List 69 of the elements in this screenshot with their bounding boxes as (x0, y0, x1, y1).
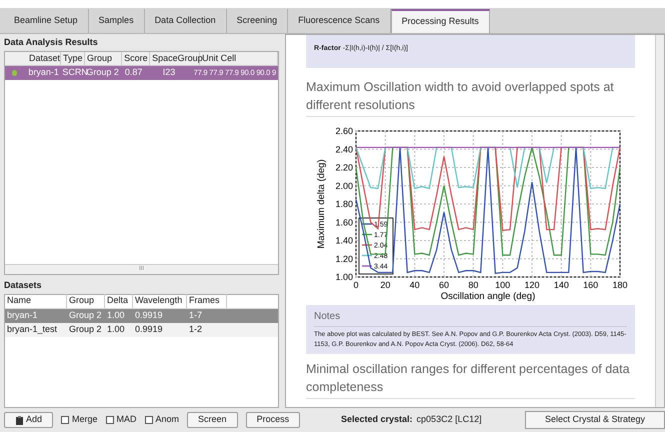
clipboard-icon (15, 416, 24, 424)
column-header: Name (5, 294, 67, 308)
column-header: Dataset (27, 52, 61, 66)
column-header: Type (61, 52, 85, 66)
action-button[interactable]: Add (4, 412, 54, 428)
table-cell-text: bryan-1 (27, 66, 60, 80)
tick-label: 1.20 (334, 254, 352, 264)
tick-label: 1.40 (334, 236, 352, 246)
tab[interactable]: Samples (88, 9, 145, 32)
tick-label: 160 (582, 280, 598, 290)
column-header: Delta (105, 294, 133, 308)
tick-label: 80 (468, 280, 478, 290)
panel-title: Datasets (4, 279, 43, 292)
tab[interactable]: Processing Results (390, 9, 490, 32)
vertical-scrollbar[interactable] (655, 34, 664, 407)
tick-label: 2.40 (334, 144, 352, 154)
section-heading: Minimal oscillation ranges for different percentages of data completeness (306, 360, 635, 399)
action-button[interactable]: Process (246, 412, 300, 428)
tick-label: 1.80 (334, 199, 352, 209)
checkbox[interactable] (144, 416, 153, 424)
table-cell-text: 1.00 (106, 308, 126, 322)
panel-title: Data Analysis Results (4, 36, 99, 49)
tick-label: 0 (353, 280, 358, 290)
tab[interactable]: Data Collection (144, 9, 227, 32)
action-button[interactable]: Screen (187, 412, 238, 428)
tab[interactable]: Screening (226, 9, 288, 32)
tick-label: 180 (612, 280, 628, 290)
table-cell-text: bryan-1 (6, 308, 39, 322)
tick-label: 2.20 (334, 162, 352, 172)
column-header: Frames (187, 294, 227, 308)
axis-label: Maximum delta (deg) (316, 159, 326, 249)
tick-label: 1.00 (334, 272, 352, 282)
tick-label: 1.60 (334, 217, 352, 228)
selected-crystal-value: cp053C2 [LC12] (416, 413, 482, 426)
checkbox-label: MAD (116, 413, 137, 426)
table-row[interactable]: bryan-1_test Group 2 1.00 0.9919 1-2 (5, 322, 278, 336)
table-cell-text: 0.9919 (134, 322, 164, 336)
section-heading: Maximum Oscillation width to avoid overlapped spots at different resolutions (306, 78, 635, 117)
tick-label: 60 (438, 280, 448, 290)
tick-label: 100 (494, 280, 510, 290)
checkbox[interactable] (61, 416, 70, 424)
table-cell-text: Group 2 (68, 322, 103, 336)
table-cell-text: 0.9919 (134, 308, 164, 322)
table-cell-text: 1.00 (106, 322, 126, 336)
notes-title: Notes (314, 309, 627, 327)
tick-label: 20 (380, 280, 390, 290)
select-strategy-button[interactable]: Select Crystal & Strategy (525, 411, 665, 429)
tick-label: 2.00 (334, 180, 352, 191)
table-cell-text: 0.87 (124, 66, 144, 80)
tick-label: 120 (524, 280, 540, 290)
tick-label: 40 (409, 280, 420, 290)
selected-crystal-label: Selected crystal: (341, 413, 413, 426)
tab[interactable]: Beamline Setup (4, 9, 89, 32)
axis-label: Oscillation angle (deg) (440, 291, 535, 302)
table-cell-text: bryan-1_test (6, 322, 58, 336)
checkbox-label: Anom (156, 413, 180, 426)
table-cell-text: 1-7 (188, 308, 204, 322)
table-cell-text: 1-2 (188, 322, 204, 336)
column-header: Score (122, 52, 150, 66)
column-header: Group (85, 52, 122, 66)
tick-label: 140 (553, 280, 568, 290)
table-cell-text: I23 (162, 66, 176, 80)
checkbox-label: Merge (72, 413, 98, 426)
column-header: Group (67, 294, 105, 308)
checkbox[interactable] (106, 416, 114, 424)
column-header: Wavelength (133, 294, 187, 308)
column-header: SpaceGroup (150, 52, 200, 66)
table-cell-text: Group 2 (68, 308, 103, 322)
tick-label: 2.60 (334, 126, 352, 136)
